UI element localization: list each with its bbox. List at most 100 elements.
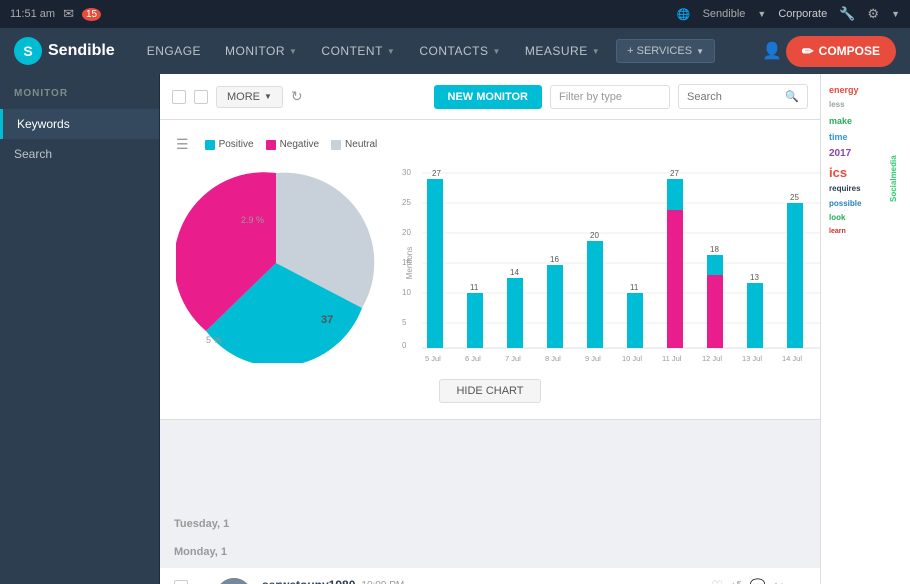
positive-dot bbox=[205, 140, 215, 150]
svg-text:11 Jul: 11 Jul bbox=[662, 354, 682, 363]
svg-text:14: 14 bbox=[510, 268, 519, 277]
bar-chart: 30 25 20 15 10 5 0 bbox=[392, 163, 820, 373]
chart-content: 2.9 % 5 % 37 30 25 20 15 10 bbox=[176, 163, 804, 373]
svg-text:6 Jul: 6 Jul bbox=[465, 354, 481, 363]
monitor-dropdown-icon: ▼ bbox=[289, 47, 297, 56]
sidebar-header: MONITOR bbox=[0, 78, 159, 109]
feed-checkbox-1[interactable] bbox=[174, 580, 188, 584]
share-icon[interactable]: ↪ bbox=[774, 578, 785, 584]
compose-plus-icon: ✏ bbox=[802, 43, 814, 60]
more-dropdown-icon: ▼ bbox=[264, 92, 272, 101]
corporate-label: Corporate bbox=[778, 8, 827, 20]
wrench-icon[interactable]: 🔧 bbox=[839, 6, 855, 22]
gear-icon[interactable]: ⚙ bbox=[867, 6, 879, 22]
dropdown-arrow-icon[interactable]: ▼ bbox=[757, 9, 766, 19]
nav-item-monitor[interactable]: MONITOR ▼ bbox=[213, 28, 309, 74]
word-cloud: Socialmedia energy less make time 2017 i… bbox=[821, 74, 910, 584]
search-icon: 🔍 bbox=[785, 90, 799, 103]
new-monitor-button[interactable]: NEW MONITOR bbox=[434, 85, 542, 109]
services-button[interactable]: + SERVICES ▼ bbox=[616, 39, 715, 63]
svg-text:27: 27 bbox=[432, 169, 441, 178]
negative-dot bbox=[266, 140, 276, 150]
chart-legend-row: ☰ Positive Negative Neutral bbox=[176, 136, 804, 153]
services-dropdown-icon: ▼ bbox=[696, 47, 704, 56]
svg-text:30: 30 bbox=[402, 168, 411, 177]
word-learn: learn bbox=[829, 226, 902, 239]
dropdown-caret-icon[interactable]: ▼ bbox=[891, 9, 900, 19]
notification-icon[interactable]: ✉ bbox=[63, 6, 74, 22]
svg-text:27: 27 bbox=[670, 169, 679, 178]
svg-text:8 Jul: 8 Jul bbox=[545, 354, 561, 363]
nav-item-content[interactable]: CONTENT ▼ bbox=[309, 28, 407, 74]
filter-by-type[interactable]: Filter by type bbox=[550, 85, 670, 109]
svg-text:Mentions: Mentions bbox=[405, 247, 414, 279]
heart-icon[interactable]: ♡ bbox=[711, 578, 723, 584]
svg-text:13 Jul: 13 Jul bbox=[742, 354, 762, 363]
nav-items: ENGAGE MONITOR ▼ CONTENT ▼ CONTACTS ▼ ME… bbox=[135, 28, 762, 74]
svg-text:13: 13 bbox=[750, 273, 759, 282]
refresh-button[interactable]: ↻ bbox=[291, 88, 303, 105]
avatar-1 bbox=[216, 578, 252, 584]
svg-text:0: 0 bbox=[402, 341, 407, 350]
svg-text:14 Jul: 14 Jul bbox=[782, 354, 802, 363]
nav-item-measure[interactable]: MEASURE ▼ bbox=[513, 28, 612, 74]
svg-text:16: 16 bbox=[550, 255, 559, 264]
svg-text:12 Jul: 12 Jul bbox=[702, 354, 722, 363]
reply-icon[interactable]: 💬 bbox=[750, 578, 766, 584]
logo: S Sendible bbox=[14, 37, 115, 65]
svg-text:18: 18 bbox=[710, 245, 719, 254]
sidebar: MONITOR Keywords Search bbox=[0, 74, 160, 584]
sidebar-item-keywords[interactable]: Keywords bbox=[0, 109, 159, 139]
legend-negative: Negative bbox=[266, 139, 319, 150]
hide-chart-button[interactable]: HIDE CHART bbox=[439, 379, 540, 403]
feed-item-1: serwetouny1980 10:09 PM RT @SendibleVerd… bbox=[160, 568, 820, 584]
feed-actions-1: ♡ ↺ 💬 ↪ ⋯ bbox=[711, 578, 806, 584]
chart-menu-icon: ☰ bbox=[176, 136, 189, 153]
svg-text:20: 20 bbox=[402, 228, 411, 237]
svg-text:10: 10 bbox=[402, 288, 411, 297]
select-all-checkbox[interactable] bbox=[172, 90, 186, 104]
svg-text:11: 11 bbox=[630, 283, 639, 292]
svg-text:37: 37 bbox=[321, 314, 333, 326]
monday-label: Monday, 1 bbox=[160, 538, 820, 566]
select-checkbox-2[interactable] bbox=[194, 90, 208, 104]
retweet-icon[interactable]: ↺ bbox=[731, 578, 742, 584]
nav-item-engage[interactable]: ENGAGE bbox=[135, 28, 213, 74]
word-socialmedia: Socialmedia bbox=[886, 82, 902, 202]
logo-icon: S bbox=[14, 37, 42, 65]
nav-bar: S Sendible ENGAGE MONITOR ▼ CONTENT ▼ CO… bbox=[0, 28, 910, 74]
sidebar-item-search[interactable]: Search bbox=[0, 139, 159, 169]
svg-text:10 Jul: 10 Jul bbox=[622, 354, 642, 363]
svg-text:9 Jul: 9 Jul bbox=[585, 354, 601, 363]
svg-text:11: 11 bbox=[470, 283, 479, 292]
svg-text:5 Jul: 5 Jul bbox=[425, 354, 441, 363]
compose-button[interactable]: ✏ COMPOSE bbox=[786, 36, 896, 67]
brand-name: Sendible bbox=[703, 8, 746, 20]
feed-username-1: serwetouny1980 bbox=[262, 578, 355, 584]
content-area: MORE ▼ ↻ NEW MONITOR Filter by type 🔍 ☰ bbox=[160, 74, 820, 584]
nav-item-contacts[interactable]: CONTACTS ▼ bbox=[407, 28, 513, 74]
search-input[interactable] bbox=[687, 91, 781, 103]
feed-time-1: 10:09 PM bbox=[361, 580, 404, 584]
svg-text:25: 25 bbox=[402, 198, 411, 207]
top-bar-left: 11:51 am ✉ 15 bbox=[10, 6, 101, 22]
search-box: 🔍 bbox=[678, 84, 808, 109]
globe-icon: 🌐 bbox=[677, 8, 691, 21]
svg-text:2.9 %: 2.9 % bbox=[241, 215, 264, 225]
svg-text:20: 20 bbox=[590, 231, 599, 240]
svg-text:25: 25 bbox=[790, 193, 799, 202]
user-profile-icon[interactable]: 👤 bbox=[762, 41, 782, 61]
chart-legend: Positive Negative Neutral bbox=[205, 139, 378, 150]
right-panel: Socialmedia energy less make time 2017 i… bbox=[820, 74, 910, 584]
more-button[interactable]: MORE ▼ bbox=[216, 86, 283, 108]
feed-content-1: serwetouny1980 10:09 PM RT @SendibleVerd… bbox=[262, 578, 701, 584]
more-icon[interactable]: ⋯ bbox=[793, 578, 806, 584]
tuesday-label: Tuesday, 1 bbox=[160, 510, 820, 538]
feed-area[interactable]: ☰ Positive Negative Neutral bbox=[160, 120, 820, 584]
main-layout: MONITOR Keywords Search MORE ▼ ↻ NEW MON… bbox=[0, 74, 910, 584]
svg-text:5: 5 bbox=[402, 318, 407, 327]
content-dropdown-icon: ▼ bbox=[387, 47, 395, 56]
measure-dropdown-icon: ▼ bbox=[592, 47, 600, 56]
pie-chart: 2.9 % 5 % 37 bbox=[176, 163, 376, 373]
contacts-dropdown-icon: ▼ bbox=[492, 47, 500, 56]
